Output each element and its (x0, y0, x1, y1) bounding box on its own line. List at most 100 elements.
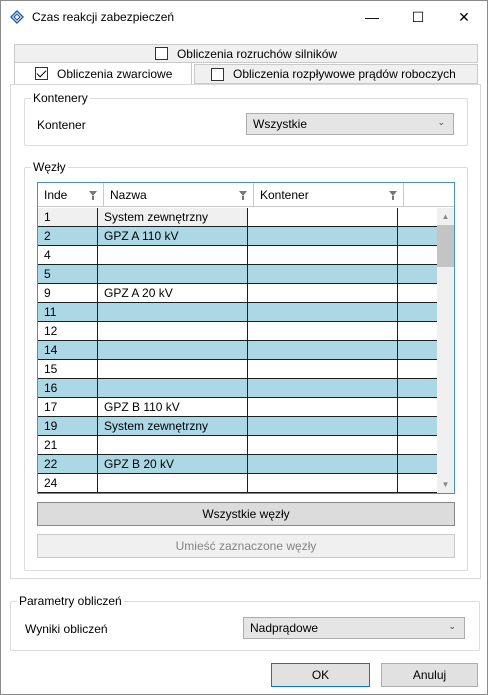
table-row[interactable]: 15 (38, 360, 438, 379)
cell-kontener[interactable] (248, 360, 398, 378)
cell-kontener[interactable] (248, 474, 398, 492)
cell-nazwa[interactable] (98, 322, 248, 340)
cell-extra[interactable] (398, 455, 432, 473)
cell-nazwa[interactable] (98, 246, 248, 264)
cell-index[interactable]: 22 (38, 455, 98, 473)
filter-icon[interactable] (89, 191, 97, 200)
cancel-button[interactable]: Anuluj (381, 663, 478, 687)
cell-extra[interactable] (398, 303, 432, 321)
cell-kontener[interactable] (248, 341, 398, 359)
close-button[interactable]: ✕ (441, 1, 487, 33)
table-row[interactable]: 9 GPZ A 20 kV (38, 284, 438, 303)
cell-extra[interactable] (398, 417, 432, 435)
cell-extra[interactable] (398, 341, 432, 359)
column-header-kontener[interactable]: Kontener (254, 183, 404, 207)
grid-scrollbar[interactable]: ▲ ▼ (437, 208, 454, 493)
table-row[interactable]: 19 System zewnętrzny (38, 417, 438, 436)
cell-extra[interactable] (398, 227, 432, 245)
cell-index[interactable]: 24 (38, 474, 98, 492)
cell-index[interactable]: 4 (38, 246, 98, 264)
cell-extra[interactable] (398, 208, 432, 226)
cell-index[interactable]: 16 (38, 379, 98, 397)
cell-nazwa[interactable] (98, 265, 248, 283)
table-row[interactable]: 5 (38, 265, 438, 284)
filter-icon[interactable] (389, 191, 397, 200)
kontener-select[interactable]: Wszystkie ⌄ (246, 113, 454, 135)
table-row[interactable]: 21 (38, 436, 438, 455)
filter-icon[interactable] (239, 191, 247, 200)
table-row[interactable]: 22 GPZ B 20 kV (38, 455, 438, 474)
cell-extra[interactable] (398, 474, 432, 492)
cell-extra[interactable] (398, 322, 432, 340)
cell-kontener[interactable] (248, 227, 398, 245)
cell-extra[interactable] (398, 436, 432, 454)
tab-rozruchy-silnikow[interactable]: Obliczenia rozruchów silników (15, 45, 477, 62)
table-row[interactable]: 1 System zewnętrzny (38, 208, 438, 227)
table-row[interactable]: 14 (38, 341, 438, 360)
cell-extra[interactable] (398, 246, 432, 264)
cell-nazwa[interactable]: GPZ A 110 kV (98, 227, 248, 245)
cell-index[interactable]: 19 (38, 417, 98, 435)
scroll-thumb[interactable] (437, 225, 454, 267)
cell-kontener[interactable] (248, 436, 398, 454)
column-header-index[interactable]: Inde (38, 183, 104, 207)
cell-index[interactable]: 11 (38, 303, 98, 321)
table-row[interactable]: 12 (38, 322, 438, 341)
cell-nazwa[interactable] (98, 436, 248, 454)
cell-extra[interactable] (398, 398, 432, 416)
cell-kontener[interactable] (248, 322, 398, 340)
cell-index[interactable]: 9 (38, 284, 98, 302)
cell-kontener[interactable] (248, 265, 398, 283)
cell-kontener[interactable] (248, 208, 398, 226)
tab-silniki-checkbox[interactable] (154, 47, 168, 60)
scroll-up-icon[interactable]: ▲ (437, 208, 454, 225)
cell-kontener[interactable] (248, 303, 398, 321)
cell-nazwa[interactable] (98, 474, 248, 492)
table-row[interactable]: 2 GPZ A 110 kV (38, 227, 438, 246)
cell-extra[interactable] (398, 265, 432, 283)
cell-index[interactable]: 2 (38, 227, 98, 245)
wyniki-select[interactable]: Nadprądowe ⌄ (243, 617, 465, 639)
table-row[interactable]: 16 (38, 379, 438, 398)
cell-index[interactable]: 14 (38, 341, 98, 359)
cell-nazwa[interactable]: System zewnętrzny (98, 417, 248, 435)
tab-obliczenia-zwarciowe[interactable]: Obliczenia zwarciowe (14, 62, 192, 84)
table-row[interactable]: 4 (38, 246, 438, 265)
cell-nazwa[interactable]: System zewnętrzny (98, 208, 248, 226)
tab-rozplyw-checkbox[interactable] (211, 67, 224, 81)
all-nodes-button[interactable]: Wszystkie węzły (37, 502, 455, 526)
cell-kontener[interactable] (248, 284, 398, 302)
cell-nazwa[interactable] (98, 360, 248, 378)
cell-index[interactable]: 21 (38, 436, 98, 454)
place-selected-nodes-button[interactable]: Umieść zaznaczone węzły (37, 534, 455, 558)
cell-extra[interactable] (398, 284, 432, 302)
cell-nazwa[interactable] (98, 303, 248, 321)
cell-index[interactable]: 12 (38, 322, 98, 340)
cell-nazwa[interactable]: GPZ B 110 kV (98, 398, 248, 416)
cell-index[interactable]: 1 (38, 208, 98, 226)
cell-nazwa[interactable]: GPZ B 20 kV (98, 455, 248, 473)
ok-button[interactable]: OK (271, 663, 370, 687)
cell-nazwa[interactable] (98, 341, 248, 359)
cell-extra[interactable] (398, 360, 432, 378)
cell-index[interactable]: 15 (38, 360, 98, 378)
nodes-grid[interactable]: Inde Nazwa Kontener 1 System zewnętrzny 2 G… (37, 182, 455, 494)
cell-extra[interactable] (398, 379, 432, 397)
cell-index[interactable]: 5 (38, 265, 98, 283)
cell-kontener[interactable] (248, 246, 398, 264)
cell-kontener[interactable] (248, 398, 398, 416)
table-row[interactable]: 24 (38, 474, 438, 493)
scroll-down-icon[interactable]: ▼ (437, 476, 454, 493)
cell-nazwa[interactable] (98, 379, 248, 397)
table-row[interactable]: 17 GPZ B 110 kV (38, 398, 438, 417)
minimize-button[interactable]: — (349, 1, 395, 33)
tab-zwarcia-checkbox[interactable] (35, 67, 48, 80)
cell-kontener[interactable] (248, 455, 398, 473)
maximize-button[interactable]: ☐ (395, 1, 441, 33)
cell-kontener[interactable] (248, 379, 398, 397)
column-header-nazwa[interactable]: Nazwa (104, 183, 254, 207)
cell-kontener[interactable] (248, 417, 398, 435)
table-row[interactable]: 11 (38, 303, 438, 322)
cell-index[interactable]: 17 (38, 398, 98, 416)
tab-obliczenia-rozplywowe[interactable]: Obliczenia rozpływowe prądów roboczych (194, 64, 478, 84)
